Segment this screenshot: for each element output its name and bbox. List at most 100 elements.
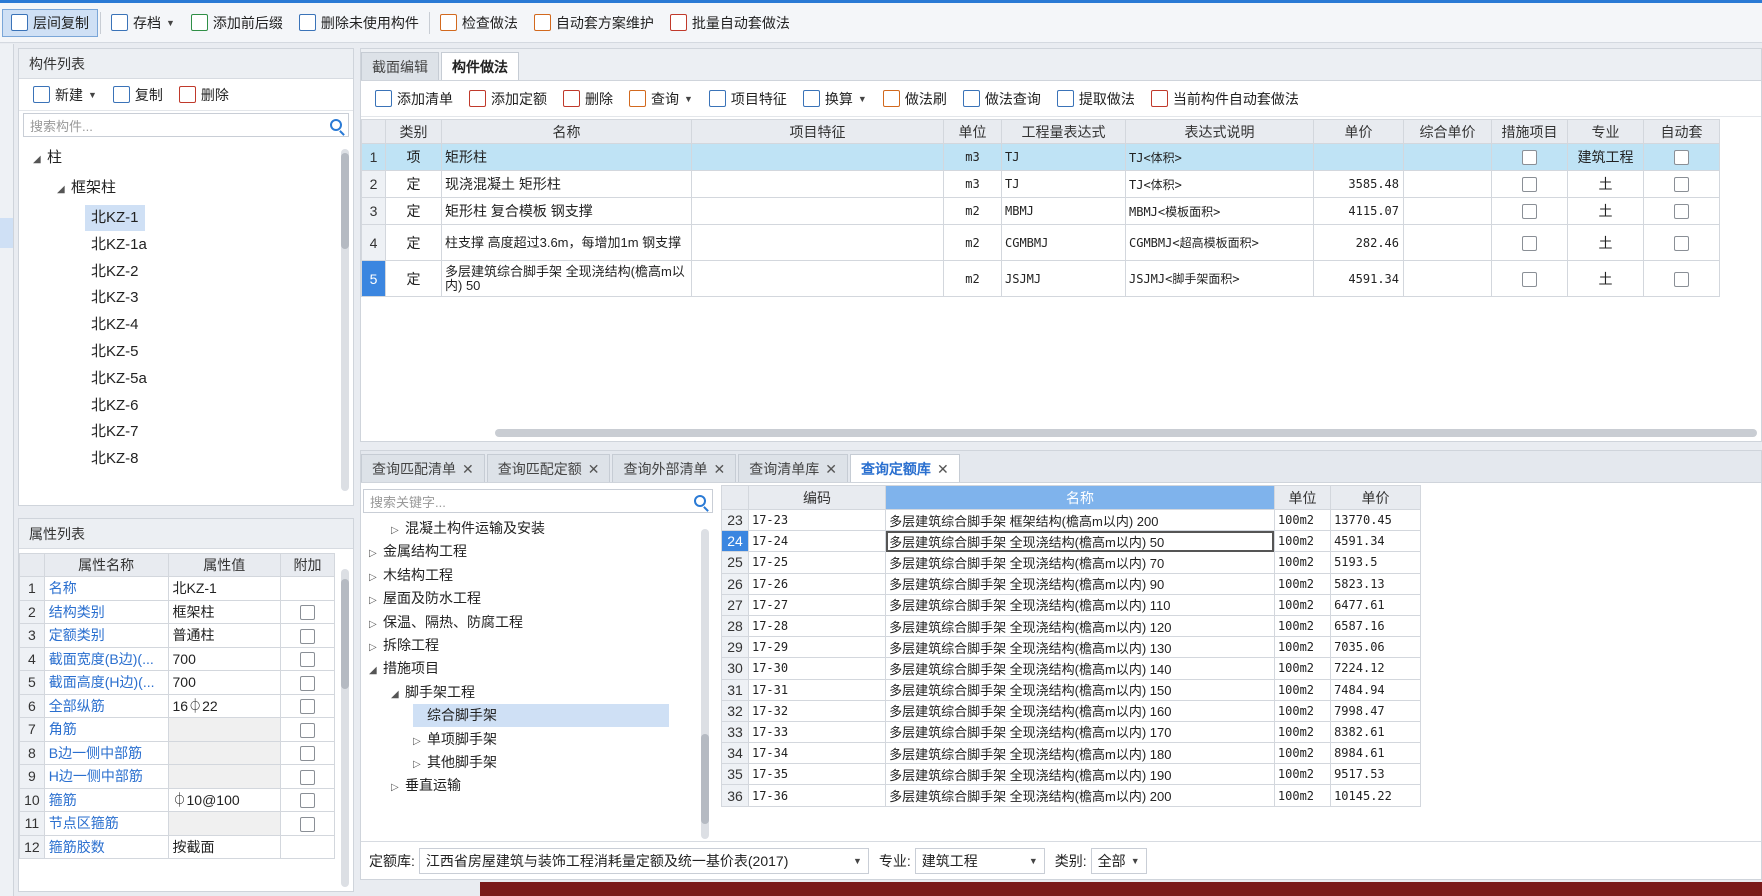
property-value[interactable] bbox=[167, 764, 281, 789]
extra-checkbox[interactable] bbox=[300, 769, 315, 785]
measure-checkbox[interactable] bbox=[1522, 150, 1537, 166]
collapsed-arrow-icon[interactable]: ▷ bbox=[391, 776, 405, 799]
close-icon[interactable]: ✕ bbox=[825, 461, 837, 477]
method-tool-button-8[interactable]: 提取做法 bbox=[1049, 89, 1143, 109]
quota-cell-price[interactable]: 8984.61 bbox=[1330, 742, 1421, 765]
method-cell-composite-price[interactable] bbox=[1403, 224, 1492, 261]
collapsed-arrow-icon[interactable]: ▷ bbox=[369, 613, 383, 636]
copy-component-button[interactable]: 复制 bbox=[105, 85, 171, 105]
auto-checkbox[interactable] bbox=[1674, 204, 1689, 220]
method-cell-name[interactable]: 柱支撑 高度超过3.6m，每增加1m 钢支撑 bbox=[441, 224, 692, 261]
measure-checkbox[interactable] bbox=[1522, 235, 1537, 251]
quota-row[interactable]: 25 17-25 多层建筑综合脚手架 全现浇结构(檐高m以内) 70 100m2 519… bbox=[721, 551, 1421, 574]
method-cell-composite-price[interactable] bbox=[1403, 170, 1492, 198]
quota-header[interactable]: 编码 bbox=[747, 485, 887, 510]
method-cell-major[interactable]: 土 bbox=[1567, 170, 1644, 198]
method-tool-button-7[interactable]: 做法查询 bbox=[955, 89, 1049, 109]
component-item[interactable]: 北KZ-6 bbox=[91, 393, 139, 419]
method-cell-desc[interactable]: CGMBMJ<超高模板面积> bbox=[1125, 224, 1314, 261]
method-cell-price[interactable]: 4591.34 bbox=[1313, 260, 1404, 297]
property-value[interactable]: 700 bbox=[167, 670, 281, 695]
component-item[interactable]: 北KZ-1 bbox=[85, 205, 145, 231]
method-tool-button-4[interactable]: 项目特征 bbox=[701, 89, 795, 109]
method-cell-measure[interactable] bbox=[1491, 260, 1568, 297]
method-cell-major[interactable]: 土 bbox=[1567, 260, 1644, 297]
method-cell-auto[interactable] bbox=[1643, 143, 1720, 171]
property-value[interactable]: 框架柱 bbox=[167, 599, 281, 624]
quota-cell-code[interactable]: 17-35 bbox=[747, 763, 887, 786]
component-item[interactable]: 北KZ-4 bbox=[91, 312, 139, 338]
method-cell-unit[interactable]: m2 bbox=[943, 260, 1002, 297]
method-cell-auto[interactable] bbox=[1643, 224, 1720, 261]
method-cell-type[interactable]: 项 bbox=[385, 143, 442, 171]
method-cell-measure[interactable] bbox=[1491, 143, 1568, 171]
collapsed-arrow-icon[interactable]: ▷ bbox=[369, 636, 383, 659]
auto-checkbox[interactable] bbox=[1674, 271, 1689, 287]
query-tab-3[interactable]: 查询清单库 ✕ bbox=[738, 454, 848, 482]
method-tool-button-3[interactable]: 查询 ▼ bbox=[621, 89, 701, 109]
method-cell-major[interactable]: 土 bbox=[1567, 197, 1644, 225]
delete-component-button[interactable]: 删除 bbox=[171, 85, 237, 105]
method-cell-price[interactable]: 3585.48 bbox=[1313, 170, 1404, 198]
method-row[interactable]: 4 定柱支撑 高度超过3.6m，每增加1m 钢支撑 m2 CGMBMJ CGMBMJ<超… bbox=[361, 224, 1720, 261]
method-cell-name[interactable]: 现浇混凝土 矩形柱 bbox=[441, 170, 692, 198]
method-cell-feature[interactable] bbox=[691, 170, 944, 198]
method-cell-measure[interactable] bbox=[1491, 197, 1568, 225]
quota-tree-node[interactable]: ▷ 金属结构工程 bbox=[369, 540, 467, 563]
quota-cell-code[interactable]: 17-34 bbox=[747, 742, 887, 765]
quota-cell-unit[interactable]: 100m2 bbox=[1273, 508, 1332, 532]
quota-cell-name[interactable]: 多层建筑综合脚手架 全现浇结构(檐高m以内) 50 bbox=[885, 530, 1275, 553]
toolbar-button-2[interactable]: 添加前后缀 bbox=[183, 9, 291, 37]
quota-cell-price[interactable]: 8382.61 bbox=[1330, 720, 1421, 744]
method-cell-measure[interactable] bbox=[1491, 224, 1568, 261]
collapsed-arrow-icon[interactable]: ▷ bbox=[369, 542, 383, 565]
method-cell-price[interactable]: 4115.07 bbox=[1313, 197, 1404, 225]
extra-checkbox[interactable] bbox=[300, 722, 315, 738]
search-icon[interactable] bbox=[694, 495, 706, 507]
method-cell-type[interactable]: 定 bbox=[385, 224, 442, 261]
quota-row[interactable]: 26 17-26 多层建筑综合脚手架 全现浇结构(檐高m以内) 90 100m2 582… bbox=[721, 572, 1421, 595]
method-cell-composite-price[interactable] bbox=[1403, 197, 1492, 225]
property-value[interactable]: 700 bbox=[167, 646, 281, 671]
method-cell-composite-price[interactable] bbox=[1403, 143, 1492, 171]
quota-cell-price[interactable]: 4591.34 bbox=[1330, 530, 1421, 553]
method-cell-expr[interactable]: JSJMJ bbox=[1001, 260, 1126, 297]
method-cell-unit[interactable]: m3 bbox=[943, 143, 1002, 171]
extra-checkbox[interactable] bbox=[300, 746, 315, 762]
method-cell-major[interactable]: 土 bbox=[1567, 224, 1644, 261]
keyword-search-input[interactable]: 搜索关键字... bbox=[363, 489, 713, 513]
major-select[interactable]: 建筑工程 ▼ bbox=[914, 847, 1045, 874]
quota-cell-unit[interactable]: 100m2 bbox=[1273, 572, 1332, 595]
quota-row[interactable]: 35 17-35 多层建筑综合脚手架 全现浇结构(檐高m以内) 190 100m2 95… bbox=[721, 763, 1421, 786]
collapsed-arrow-icon[interactable]: ▷ bbox=[369, 589, 383, 612]
query-tab-1[interactable]: 查询匹配定额 ✕ bbox=[486, 454, 611, 482]
close-icon[interactable]: ✕ bbox=[713, 461, 725, 477]
quota-cell-price[interactable]: 6587.16 bbox=[1330, 614, 1421, 638]
method-cell-name[interactable]: 多层建筑综合脚手架 全现浇结构(檐高m以内) 50 bbox=[441, 260, 692, 297]
quota-row[interactable]: 27 17-27 多层建筑综合脚手架 全现浇结构(檐高m以内) 110 100m2 64… bbox=[721, 593, 1421, 616]
quota-header[interactable]: 名称 bbox=[885, 485, 1275, 510]
extra-checkbox[interactable] bbox=[300, 605, 315, 621]
quota-cell-code[interactable]: 17-33 bbox=[747, 720, 887, 744]
method-cell-feature[interactable] bbox=[691, 224, 944, 261]
component-item[interactable]: 北KZ-1a bbox=[91, 232, 147, 258]
toolbar-button-1[interactable]: 存档 ▼ bbox=[103, 9, 183, 37]
quota-cell-name[interactable]: 多层建筑综合脚手架 全现浇结构(檐高m以内) 200 bbox=[885, 784, 1275, 807]
quota-cell-unit[interactable]: 100m2 bbox=[1273, 784, 1332, 807]
extra-checkbox[interactable] bbox=[300, 628, 315, 644]
quota-cell-name[interactable]: 多层建筑综合脚手架 全现浇结构(檐高m以内) 110 bbox=[885, 593, 1275, 616]
method-row[interactable]: 1 项矩形柱 m3 TJ TJ<体积> 建筑工程 bbox=[361, 143, 1720, 171]
method-tool-button-5[interactable]: 换算 ▼ bbox=[795, 89, 875, 109]
quota-cell-name[interactable]: 多层建筑综合脚手架 框架结构(檐高m以内) 200 bbox=[885, 508, 1275, 532]
close-icon[interactable]: ✕ bbox=[937, 461, 949, 477]
method-cell-feature[interactable] bbox=[691, 197, 944, 225]
auto-checkbox[interactable] bbox=[1674, 235, 1689, 251]
method-tool-button-0[interactable]: 添加清单 bbox=[367, 89, 461, 109]
toolbar-button-6[interactable]: 批量自动套做法 bbox=[662, 9, 798, 37]
component-item[interactable]: 北KZ-7 bbox=[91, 419, 139, 445]
quota-header[interactable]: 单价 bbox=[1330, 485, 1421, 510]
extra-checkbox[interactable] bbox=[300, 675, 315, 691]
quota-cell-price[interactable]: 5823.13 bbox=[1330, 572, 1421, 595]
quota-row[interactable]: 30 17-30 多层建筑综合脚手架 全现浇结构(檐高m以内) 140 100m2 72… bbox=[721, 657, 1421, 680]
component-item[interactable]: 北KZ-5 bbox=[91, 339, 139, 365]
